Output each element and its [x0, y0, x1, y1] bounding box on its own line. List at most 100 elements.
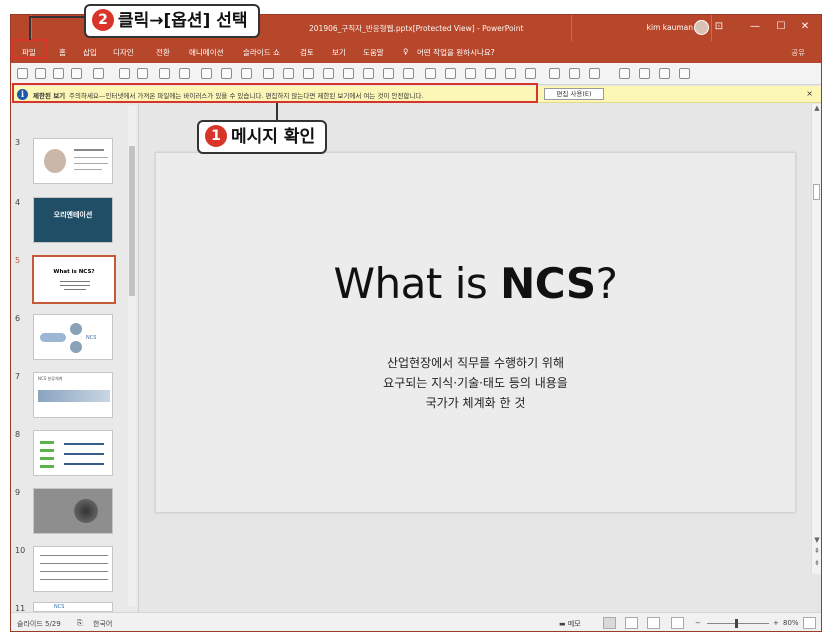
- thumbnail-number: 6: [15, 314, 21, 323]
- callout-step-1: 1 메시지 확인: [197, 120, 328, 154]
- thumbnail-number: 5: [15, 256, 21, 265]
- slide-thumbnail-6[interactable]: NCS: [33, 314, 113, 360]
- format-icon[interactable]: [201, 68, 212, 79]
- undo-icon[interactable]: [35, 68, 46, 79]
- zoom-level[interactable]: 80%: [783, 619, 799, 627]
- previous-slide-icon[interactable]: ⇞: [812, 547, 821, 555]
- tab-review[interactable]: 검토: [300, 47, 314, 58]
- slide-title[interactable]: What is NCS?: [156, 259, 795, 308]
- right-align-icon[interactable]: [505, 68, 516, 79]
- table-icon[interactable]: [569, 68, 580, 79]
- notes-button[interactable]: ▬ 메모: [559, 619, 581, 629]
- tab-insert[interactable]: 삽입: [83, 47, 97, 58]
- indent-icon[interactable]: [425, 68, 436, 79]
- ribbon-display-icon[interactable]: ⊡: [711, 19, 727, 35]
- picture-icon[interactable]: [549, 68, 560, 79]
- center-align-icon[interactable]: [485, 68, 496, 79]
- redo-icon[interactable]: [53, 68, 64, 79]
- slide-counter: 슬라이드 5/29: [17, 620, 61, 628]
- tab-animations[interactable]: 애니메이션: [189, 47, 224, 58]
- underline-icon[interactable]: [323, 68, 334, 79]
- zoom-in-icon[interactable]: +: [773, 619, 779, 627]
- thumbnail-number: 7: [15, 372, 21, 381]
- slide-scroll-thumb[interactable]: [813, 184, 820, 200]
- slide-thumbnail-9[interactable]: [33, 488, 113, 534]
- thumbnail-number: 9: [15, 488, 21, 497]
- tab-help[interactable]: 도움말: [363, 47, 384, 58]
- slide-thumbnail-7[interactable]: NCS 분류체계: [33, 372, 113, 418]
- slide-scrollbar[interactable]: ▲ ▼ ⇞ ⇟: [811, 104, 821, 574]
- slide-thumbnail-3[interactable]: [33, 138, 113, 184]
- slide-sorter-icon[interactable]: [625, 617, 638, 629]
- share-button[interactable]: 공유: [791, 47, 805, 58]
- tell-me-icon[interactable]: ♀: [403, 47, 409, 56]
- left-align-icon[interactable]: [465, 68, 476, 79]
- save-icon[interactable]: [17, 68, 28, 79]
- zoom-slider[interactable]: [707, 623, 769, 624]
- pen-icon[interactable]: [93, 68, 104, 79]
- tab-transitions[interactable]: 전환: [156, 47, 170, 58]
- slide-thumbnail-5[interactable]: What is NCS?: [32, 255, 116, 304]
- close-message-icon[interactable]: ×: [806, 89, 813, 98]
- status-bar: 슬라이드 5/29 ⎘ 한국어 ▬ 메모 − + 80%: [11, 612, 821, 631]
- arrow-icon[interactable]: [659, 68, 670, 79]
- slide-thumbnail-8[interactable]: [33, 430, 113, 476]
- bold-icon[interactable]: [283, 68, 294, 79]
- align-icon[interactable]: [263, 68, 274, 79]
- tab-home[interactable]: 홈: [59, 47, 66, 58]
- outdent-icon[interactable]: [445, 68, 456, 79]
- slide-thumbnail-11[interactable]: NCS: [33, 602, 113, 612]
- thumbnail-scrollbar[interactable]: [128, 106, 136, 606]
- oval-icon[interactable]: [619, 68, 630, 79]
- thumbnail-caption: What is NCS?: [53, 269, 95, 275]
- close-icon[interactable]: ✕: [797, 19, 813, 35]
- current-slide[interactable]: What is NCS? 산업현장에서 직무를 수행하기 위해 요구되는 지식·…: [155, 152, 796, 513]
- tab-view[interactable]: 보기: [332, 47, 346, 58]
- customize-icon[interactable]: [679, 68, 690, 79]
- thumbnail-caption: NCS: [54, 604, 65, 610]
- slideshow-icon[interactable]: [671, 617, 684, 629]
- file-tab-highlight: [12, 39, 48, 59]
- avatar[interactable]: [694, 20, 709, 35]
- thumbnail-scroll-thumb[interactable]: [129, 146, 135, 296]
- numbering-icon[interactable]: [403, 68, 414, 79]
- scroll-up-icon[interactable]: ▲: [812, 104, 821, 112]
- user-name: kim kauman: [646, 23, 693, 32]
- slide-body[interactable]: 산업현장에서 직무를 수행하기 위해 요구되는 지식·기술·태도 등의 내용을 …: [156, 353, 795, 413]
- accessibility-icon[interactable]: ⎘: [77, 619, 83, 628]
- copy-icon[interactable]: [159, 68, 170, 79]
- slide-thumbnail-4[interactable]: 오리엔테이션: [33, 197, 113, 243]
- reading-view-icon[interactable]: [647, 617, 660, 629]
- slide-thumbnail-10[interactable]: [33, 546, 113, 592]
- tell-me-input[interactable]: 어떤 작업을 원하시나요?: [417, 47, 495, 58]
- column-icon[interactable]: [525, 68, 536, 79]
- tab-design[interactable]: 디자인: [113, 47, 134, 58]
- shape-icon[interactable]: [221, 68, 232, 79]
- enable-editing-button[interactable]: 편집 사용(E): [544, 88, 604, 100]
- next-slide-icon[interactable]: ⇟: [812, 559, 821, 567]
- bullet-icon[interactable]: [383, 68, 394, 79]
- minimize-icon[interactable]: —: [747, 19, 763, 35]
- paint-icon[interactable]: [119, 68, 130, 79]
- zoom-slider-handle[interactable]: [735, 619, 738, 628]
- language-indicator[interactable]: 한국어: [93, 619, 112, 629]
- font-color-icon[interactable]: [343, 68, 354, 79]
- rectangle-icon[interactable]: [639, 68, 650, 79]
- scroll-down-icon[interactable]: ▼: [812, 536, 821, 544]
- layout-icon[interactable]: [137, 68, 148, 79]
- ribbon-tabs: 파일 홈 삽입 디자인 전환 애니메이션 슬라이드 쇼 검토 보기 도움말 ♀ …: [11, 41, 821, 63]
- touch-mode-icon[interactable]: [71, 68, 82, 79]
- slide-thumbnail-pane: 3 4 오리엔테이션 5 What is NCS? 6 NCS 7 NCS 분류…: [11, 104, 139, 613]
- zoom-out-icon[interactable]: −: [695, 619, 701, 627]
- chart-icon[interactable]: [589, 68, 600, 79]
- callout-1-pointer: [276, 103, 278, 121]
- fit-slide-icon[interactable]: [803, 617, 816, 629]
- normal-view-icon[interactable]: [603, 617, 616, 629]
- thumbnail-number: 8: [15, 430, 21, 439]
- highlight-icon[interactable]: [363, 68, 374, 79]
- maximize-icon[interactable]: ☐: [773, 19, 789, 35]
- text-icon[interactable]: [241, 68, 252, 79]
- tab-slideshow[interactable]: 슬라이드 쇼: [243, 47, 280, 58]
- cut-icon[interactable]: [179, 68, 190, 79]
- italic-icon[interactable]: [303, 68, 314, 79]
